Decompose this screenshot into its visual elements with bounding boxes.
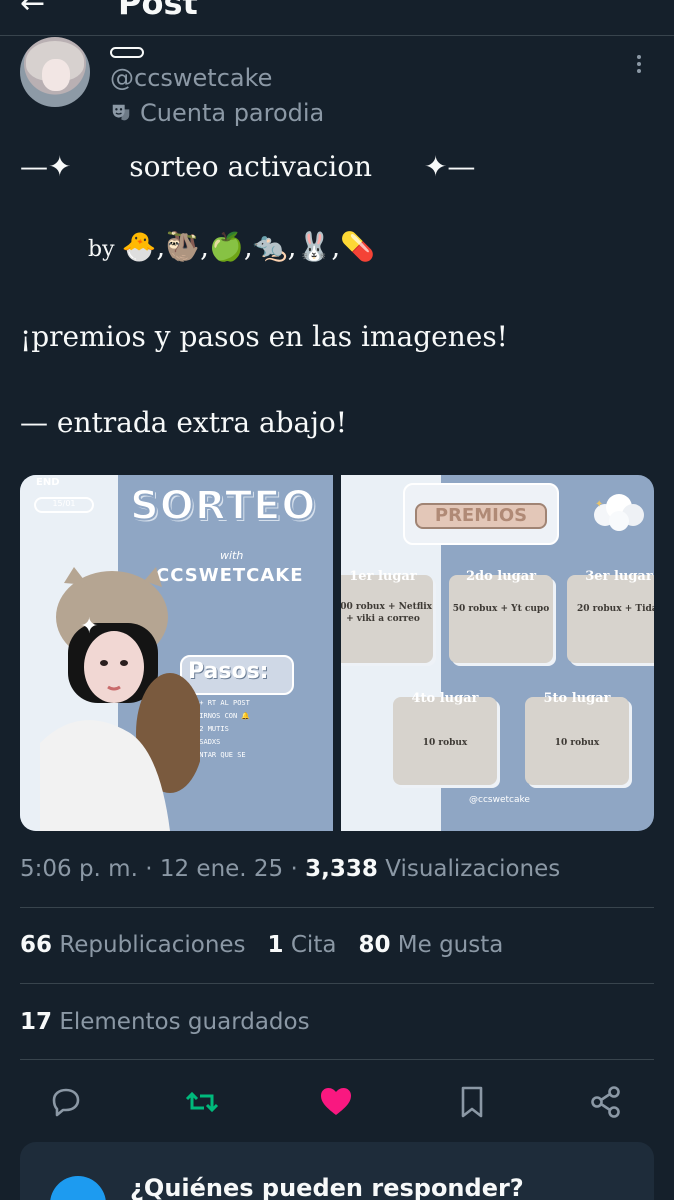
by-label: by [88,237,115,262]
reposts-label: Republicaciones [59,932,246,958]
reply-icon[interactable] [46,1082,86,1122]
views-label: Visualizaciones [385,856,561,882]
share-icon[interactable] [586,1082,626,1122]
action-bar [0,1080,674,1124]
date-tag: 15/01 [34,497,94,513]
premios-heading: PREMIOS [415,503,547,529]
more-options-icon[interactable] [630,52,648,78]
likes-label: Me gusta [397,932,504,958]
left-decoration: —✦ [20,150,72,183]
engagement-stats: 66 Republicaciones 1 Cita 80 Me gusta [20,932,503,958]
sorteo-heading: SORTEO [129,482,317,530]
prize-text: 20 robux + Tidal [576,604,654,614]
prize-card-2: 2do lugar 50 robux + Yt cupo [449,569,553,663]
prize-card-5: 5to lugar 10 robux [525,691,629,785]
top-bar: ← Post [0,0,674,36]
likes-count: 80 [358,932,391,958]
reposts-stat[interactable]: 66 Republicaciones [20,932,246,958]
reposts-count: 66 [20,932,53,958]
meta-separator: · [145,856,153,882]
prize-text: 50 robux + Yt cupo [452,604,550,614]
repost-icon[interactable] [182,1082,222,1122]
prize-text: 10 robux [554,738,600,748]
post-line-title: —✦ sorteo activacion ✦— [20,150,660,183]
parody-label-text: Cuenta parodia [140,99,325,127]
corner-tag: END [36,477,60,488]
media-gallery: END 15/01 SORTEO with CCSWETCAKE Pasos: … [20,475,654,831]
clouds-icon: ✦ [594,494,644,531]
image-watermark: @ccswetcake [469,795,530,805]
page-title: Post [118,0,198,22]
post-title-text: sorteo activacion [129,150,373,183]
saved-count: 17 [20,1009,53,1035]
media-image-sorteo[interactable]: END 15/01 SORTEO with CCSWETCAKE Pasos: … [20,475,333,831]
theater-mask-icon [112,104,130,121]
media-image-premios[interactable]: PREMIOS ✦ 1er lugar 100 robux + Netflix … [341,475,654,831]
post-line-prizes: ¡premios y pasos en las imagenes! [20,320,508,353]
prize-place: 4to lugar [411,691,479,706]
post-date: 12 ene. 25 [159,856,284,882]
prize-place: 5to lugar [543,691,611,706]
right-decoration: ✦— [423,150,476,183]
prize-place: 1er lugar [349,569,417,584]
prize-card-4: 4to lugar 10 robux [393,691,497,785]
emoji-list: 🐣,🦥,🍏,🐀,🐰,💊 [121,230,376,263]
views-count: 3,338 [305,856,378,882]
avatar[interactable] [20,37,90,107]
prize-place: 2do lugar [465,569,537,584]
likes-stat[interactable]: 80 Me gusta [358,932,503,958]
meta-separator: · [290,856,298,882]
prize-place: 3er lugar [585,569,653,584]
parody-label: Cuenta parodia [110,99,324,127]
girl-illustration: ✦ [40,567,200,831]
quotes-stat[interactable]: 1 Cita [268,932,337,958]
back-arrow-icon[interactable]: ← [20,0,45,21]
saved-stat: 17 Elementos guardados [20,1009,310,1035]
reply-permission-card[interactable]: ¿Quiénes pueden responder? [20,1142,654,1200]
svg-text:✦: ✦ [80,614,98,639]
saved-label: Elementos guardados [59,1009,310,1035]
bookmark-icon[interactable] [452,1082,492,1122]
divider [20,907,654,908]
quotes-label: Cita [290,932,337,958]
like-heart-icon[interactable] [316,1082,356,1122]
pasos-title: Pasos: [188,659,269,684]
at-sign-icon [50,1176,106,1200]
post-meta: 5:06 p. m. · 12 ene. 25 · 3,338 Visualiz… [20,856,560,882]
post-time: 5:06 p. m. [20,856,138,882]
pill-badge-icon [110,47,144,58]
prize-text: 10 robux [422,738,468,748]
svg-text:✦: ✦ [595,499,603,510]
with-label: with [220,549,244,562]
reply-permission-title: ¿Quiénes pueden responder? [130,1174,524,1200]
prize-text: 100 robux + Netflix + viki a correo [341,602,433,624]
author-handle[interactable]: @ccswetcake [110,64,272,92]
post-line-by: by 🐣,🦥,🍏,🐀,🐰,💊 [88,230,375,263]
quotes-count: 1 [267,932,284,958]
post-line-extra: — entrada extra abajo! [20,406,348,439]
prize-card-1: 1er lugar 100 robux + Netflix + viki a c… [341,569,433,663]
avatar-face [42,59,70,91]
divider [20,1059,654,1060]
prize-card-3: 3er lugar 20 robux + Tidal [567,569,654,663]
divider [20,983,654,984]
